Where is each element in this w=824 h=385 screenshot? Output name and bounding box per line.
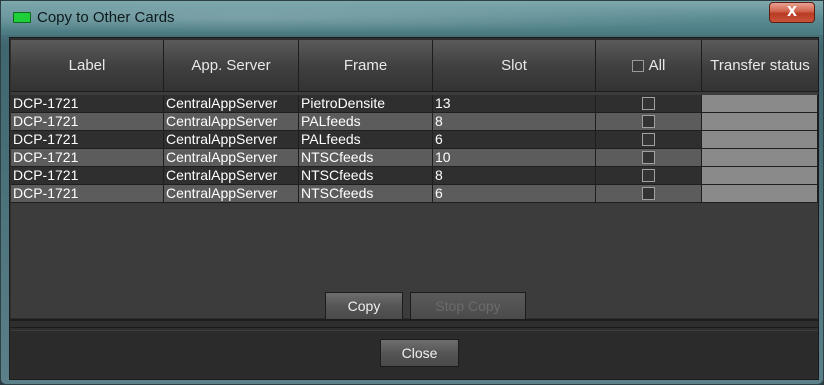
cell-app-server: CentralAppServer <box>164 149 299 167</box>
cell-slot: 10 <box>433 149 596 167</box>
column-header-frame[interactable]: Frame <box>299 40 433 92</box>
cell-label: DCP-1721 <box>11 185 164 203</box>
table-header: Label App. Server Frame Slot All Transfe… <box>11 40 818 92</box>
cell-frame: NTSCfeeds <box>299 167 433 185</box>
cell-app-server: CentralAppServer <box>164 113 299 131</box>
cell-frame: PALfeeds <box>299 131 433 149</box>
divider <box>10 327 818 328</box>
cell-select <box>596 185 702 203</box>
table-row[interactable]: DCP-1721 CentralAppServer PietroDensite … <box>11 95 818 113</box>
row-checkbox[interactable] <box>642 187 655 200</box>
close-button[interactable]: Close <box>380 339 459 367</box>
select-all-checkbox[interactable] <box>631 59 644 72</box>
cell-slot: 6 <box>433 131 596 149</box>
cell-label: DCP-1721 <box>11 149 164 167</box>
cell-transfer-status <box>702 185 818 203</box>
column-header-slot[interactable]: Slot <box>433 40 596 92</box>
cell-frame: PietroDensite <box>299 95 433 113</box>
column-header-label[interactable]: Label <box>11 40 164 92</box>
table-row[interactable]: DCP-1721 CentralAppServer NTSCfeeds 8 <box>11 167 818 185</box>
dialog-content: Label App. Server Frame Slot All Transfe… <box>9 37 819 380</box>
cell-slot: 8 <box>433 113 596 131</box>
cell-label: DCP-1721 <box>11 131 164 149</box>
column-header-transfer-status[interactable]: Transfer status <box>702 40 818 92</box>
cell-frame: PALfeeds <box>299 113 433 131</box>
table-row[interactable]: DCP-1721 CentralAppServer PALfeeds 8 <box>11 113 818 131</box>
row-checkbox[interactable] <box>642 151 655 164</box>
dialog-window: Copy to Other Cards X Label App. Server … <box>0 0 824 385</box>
cell-select <box>596 113 702 131</box>
cell-transfer-status <box>702 95 818 113</box>
row-checkbox[interactable] <box>642 97 655 110</box>
window-title: Copy to Other Cards <box>37 9 175 26</box>
card-icon <box>13 12 31 23</box>
cell-select <box>596 95 702 113</box>
cell-frame: NTSCfeeds <box>299 149 433 167</box>
footer-panel: Close <box>11 330 818 378</box>
copy-button[interactable]: Copy <box>325 292 403 320</box>
cell-slot: 6 <box>433 185 596 203</box>
column-header-app-server[interactable]: App. Server <box>164 40 299 92</box>
cell-transfer-status <box>702 167 818 185</box>
cell-app-server: CentralAppServer <box>164 185 299 203</box>
cell-label: DCP-1721 <box>11 95 164 113</box>
table-row[interactable]: DCP-1721 CentralAppServer NTSCfeeds 6 <box>11 185 818 203</box>
cell-slot: 8 <box>433 167 596 185</box>
close-window-button[interactable]: X <box>769 2 815 23</box>
cell-transfer-status <box>702 149 818 167</box>
table-row[interactable]: DCP-1721 CentralAppServer PALfeeds 6 <box>11 131 818 149</box>
cell-label: DCP-1721 <box>11 113 164 131</box>
cell-transfer-status <box>702 113 818 131</box>
cell-app-server: CentralAppServer <box>164 95 299 113</box>
cell-slot: 13 <box>433 95 596 113</box>
cell-select <box>596 167 702 185</box>
cell-app-server: CentralAppServer <box>164 167 299 185</box>
row-checkbox[interactable] <box>642 169 655 182</box>
cell-select <box>596 149 702 167</box>
row-checkbox[interactable] <box>642 115 655 128</box>
table-body: DCP-1721 CentralAppServer PietroDensite … <box>11 95 818 203</box>
select-all-label: All <box>648 57 666 74</box>
cards-table: Label App. Server Frame Slot All Transfe… <box>11 40 818 318</box>
stop-copy-button[interactable]: Stop Copy <box>410 292 526 320</box>
table-row[interactable]: DCP-1721 CentralAppServer NTSCfeeds 10 <box>11 149 818 167</box>
cell-app-server: CentralAppServer <box>164 131 299 149</box>
column-header-select-all[interactable]: All <box>596 40 702 92</box>
cell-frame: NTSCfeeds <box>299 185 433 203</box>
cell-select <box>596 131 702 149</box>
title-bar[interactable]: Copy to Other Cards X <box>1 1 823 35</box>
row-checkbox[interactable] <box>642 133 655 146</box>
cell-label: DCP-1721 <box>11 167 164 185</box>
cell-transfer-status <box>702 131 818 149</box>
